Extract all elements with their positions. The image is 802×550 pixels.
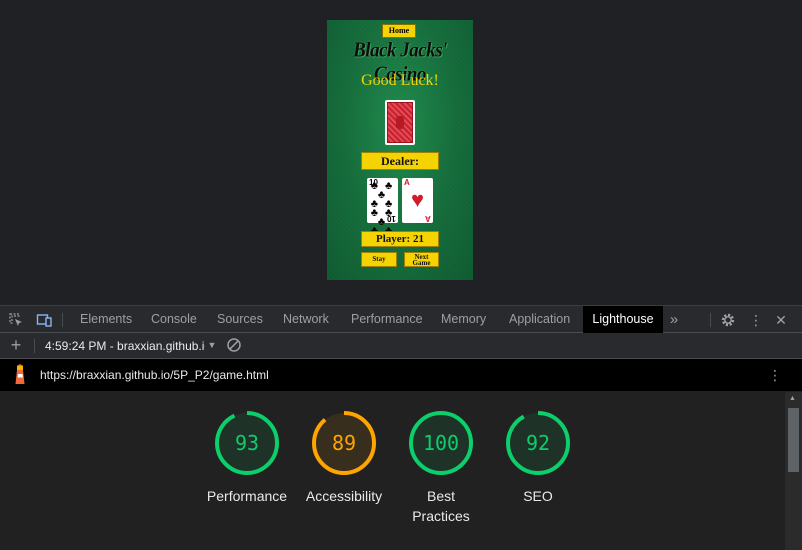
score-gauge-performance[interactable]: 93 Performance <box>197 410 297 506</box>
report-selector[interactable]: 4:59:24 PM - braxxian.github.io <box>45 339 205 353</box>
dealer-label: Dealer: <box>361 152 439 170</box>
devtools-tabbar: Elements Console Sources Network Perform… <box>0 305 802 333</box>
dropdown-caret-icon[interactable]: ▼ <box>204 337 220 353</box>
dealer-card: 10 ♣ ♣♣♣ ♣♣ ♣♣♣ ♣ 10 <box>367 178 398 237</box>
tab-elements[interactable]: Elements <box>72 306 140 333</box>
double-chevron-right-icon[interactable]: » <box>666 312 682 328</box>
tab-memory[interactable]: Memory <box>433 306 494 333</box>
score-gauge-accessibility[interactable]: 89 Accessibility <box>294 410 394 506</box>
device-toolbar-icon[interactable] <box>36 312 52 328</box>
report-url[interactable]: https://braxxian.github.io/5P_P2/game.ht… <box>40 368 269 382</box>
tab-network[interactable]: Network <box>275 306 337 333</box>
score-label: Accessibility <box>305 488 383 504</box>
tab-sources[interactable]: Sources <box>209 306 271 333</box>
card-rank: A <box>425 214 431 223</box>
score-label: SEO <box>523 488 553 504</box>
home-button[interactable]: Home <box>382 24 416 38</box>
deck-card-back[interactable] <box>385 100 415 145</box>
score-gauge-best-practices[interactable]: 100 Best Practices <box>391 410 491 526</box>
close-icon[interactable]: ✕ <box>773 312 789 328</box>
card-rank: A <box>404 178 410 187</box>
lighthouse-toolbar: + 4:59:24 PM - braxxian.github.io ▼ <box>0 333 802 359</box>
blackjack-game: Home Black Jacks' Casino Good Luck! Deal… <box>327 20 473 280</box>
game-label: Game <box>412 259 431 267</box>
tab-lighthouse[interactable]: Lighthouse <box>583 306 663 333</box>
stay-button[interactable]: Stay <box>361 252 397 267</box>
player-score: Player: 21 <box>361 231 439 247</box>
next-game-button[interactable]: Next Game <box>404 252 439 267</box>
tab-performance[interactable]: Performance <box>343 306 431 333</box>
more-vertical-icon[interactable]: ⋮ <box>748 312 764 328</box>
report-url-bar: https://braxxian.github.io/5P_P2/game.ht… <box>0 359 802 391</box>
score-value: 89 <box>332 431 356 455</box>
tab-application[interactable]: Application <box>501 306 578 333</box>
score-gauge-seo[interactable]: 92 SEO <box>488 410 588 506</box>
scrollbar[interactable]: ▲ <box>785 392 802 550</box>
card-rank: 10 <box>387 214 396 223</box>
dealer-card: A ♥ A <box>402 178 433 223</box>
devtools-panel: Elements Console Sources Network Perform… <box>0 305 802 550</box>
heart-icon: ♥ <box>410 187 425 212</box>
greeting-text: Good Luck! <box>361 72 439 89</box>
score-value: 93 <box>235 431 259 455</box>
clear-icon[interactable] <box>226 337 242 353</box>
lighthouse-icon <box>12 364 28 386</box>
scroll-up-icon[interactable]: ▲ <box>789 395 796 402</box>
score-label: Performance <box>206 488 288 504</box>
more-vertical-icon[interactable]: ⋮ <box>767 367 783 383</box>
page-viewport: Home Black Jacks' Casino Good Luck! Deal… <box>0 0 802 305</box>
lighthouse-report: 93 Performance 89 Accessibility 100 Best… <box>0 392 785 550</box>
tab-console[interactable]: Console <box>143 306 205 333</box>
clubs-icon: ♣ ♣♣♣ ♣♣ ♣♣♣ ♣ <box>370 180 395 237</box>
score-value: 100 <box>423 431 459 455</box>
score-label: Best Practices <box>412 488 470 524</box>
scrollbar-thumb[interactable] <box>788 408 799 472</box>
inspect-element-icon[interactable] <box>8 312 24 328</box>
plus-icon[interactable]: + <box>8 336 24 354</box>
score-value: 92 <box>526 431 550 455</box>
gear-icon[interactable] <box>720 312 736 328</box>
